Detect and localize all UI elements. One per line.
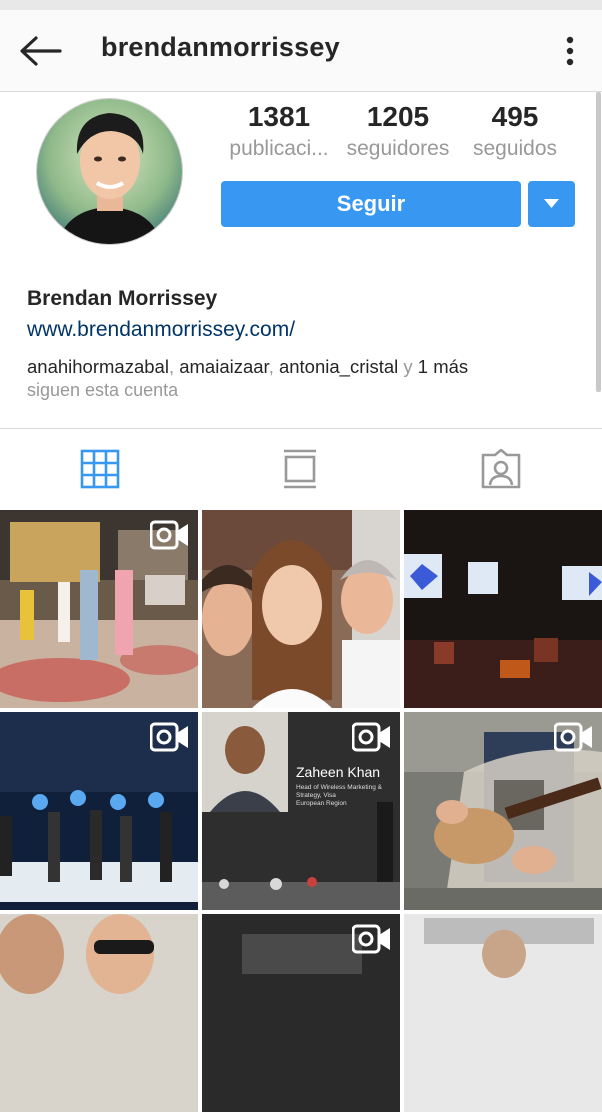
video-icon	[352, 722, 390, 752]
followed-by-suffix: siguen esta cuenta	[27, 380, 179, 400]
back-arrow-icon[interactable]	[18, 34, 62, 68]
post-tile-4[interactable]	[0, 712, 198, 910]
status-bar	[0, 0, 602, 10]
followed-by-conjunction: y	[403, 356, 413, 377]
feed-icon	[284, 449, 316, 489]
suggestions-dropdown-button[interactable]	[528, 181, 575, 227]
follow-button[interactable]: Seguir	[221, 181, 521, 227]
grid-icon	[80, 449, 120, 489]
followed-by-line[interactable]: anahihormazabal, amaiaizaar, antonia_cri…	[27, 356, 468, 378]
profile-name: Brendan Morrissey	[27, 287, 218, 310]
tab-grid[interactable]	[80, 449, 120, 491]
top-bar: brendanmorrissey	[0, 10, 602, 92]
tab-tagged[interactable]	[481, 448, 521, 491]
more-options-icon[interactable]	[556, 34, 584, 68]
avatar[interactable]	[36, 98, 183, 245]
post-tile-5[interactable]: Zaheen Khan Head of Wireless Marketing &…	[202, 712, 400, 910]
following-label: seguidos	[472, 137, 558, 160]
follower-user-3[interactable]: antonia_cristal	[279, 356, 398, 377]
posts-label: publicaci...	[229, 137, 329, 160]
profile-website-link[interactable]: www.brendanmorrissey.com/	[27, 318, 295, 342]
followers-count: 1205	[366, 101, 430, 132]
followers-label: seguidores	[346, 137, 450, 160]
following-stat[interactable]: 495 seguidos	[456, 100, 574, 164]
scrollbar[interactable]	[596, 92, 601, 392]
chevron-down-icon	[544, 199, 559, 208]
post-tile-9[interactable]	[404, 914, 602, 1112]
follower-user-1[interactable]: anahihormazabal	[27, 356, 169, 377]
page-title: brendanmorrissey	[101, 32, 340, 62]
post-tile-8[interactable]	[202, 914, 400, 1112]
divider	[0, 428, 602, 429]
post-tile-3[interactable]	[404, 510, 602, 708]
video-icon	[554, 722, 592, 752]
video-icon	[150, 722, 188, 752]
post-tile-7[interactable]	[0, 914, 198, 1112]
video-icon	[150, 520, 188, 550]
posts-stat: 1381 publicaci...	[220, 100, 338, 164]
posts-count: 1381	[247, 101, 311, 132]
follower-user-2[interactable]: amaiaizaar	[179, 356, 268, 377]
tab-feed[interactable]	[282, 449, 322, 491]
tagged-person-icon	[481, 448, 521, 489]
followers-stat[interactable]: 1205 seguidores	[339, 100, 457, 164]
video-icon	[352, 924, 390, 954]
slide-speaker-title: Head of Wireless Marketing & Strategy, V…	[296, 784, 382, 807]
following-count: 495	[491, 101, 539, 132]
slide-speaker-name: Zaheen Khan	[296, 764, 381, 780]
post-tile-1[interactable]	[0, 510, 198, 708]
post-tile-2[interactable]	[202, 510, 400, 708]
post-tile-6[interactable]	[404, 712, 602, 910]
followed-by-more[interactable]: 1 más	[418, 356, 468, 377]
